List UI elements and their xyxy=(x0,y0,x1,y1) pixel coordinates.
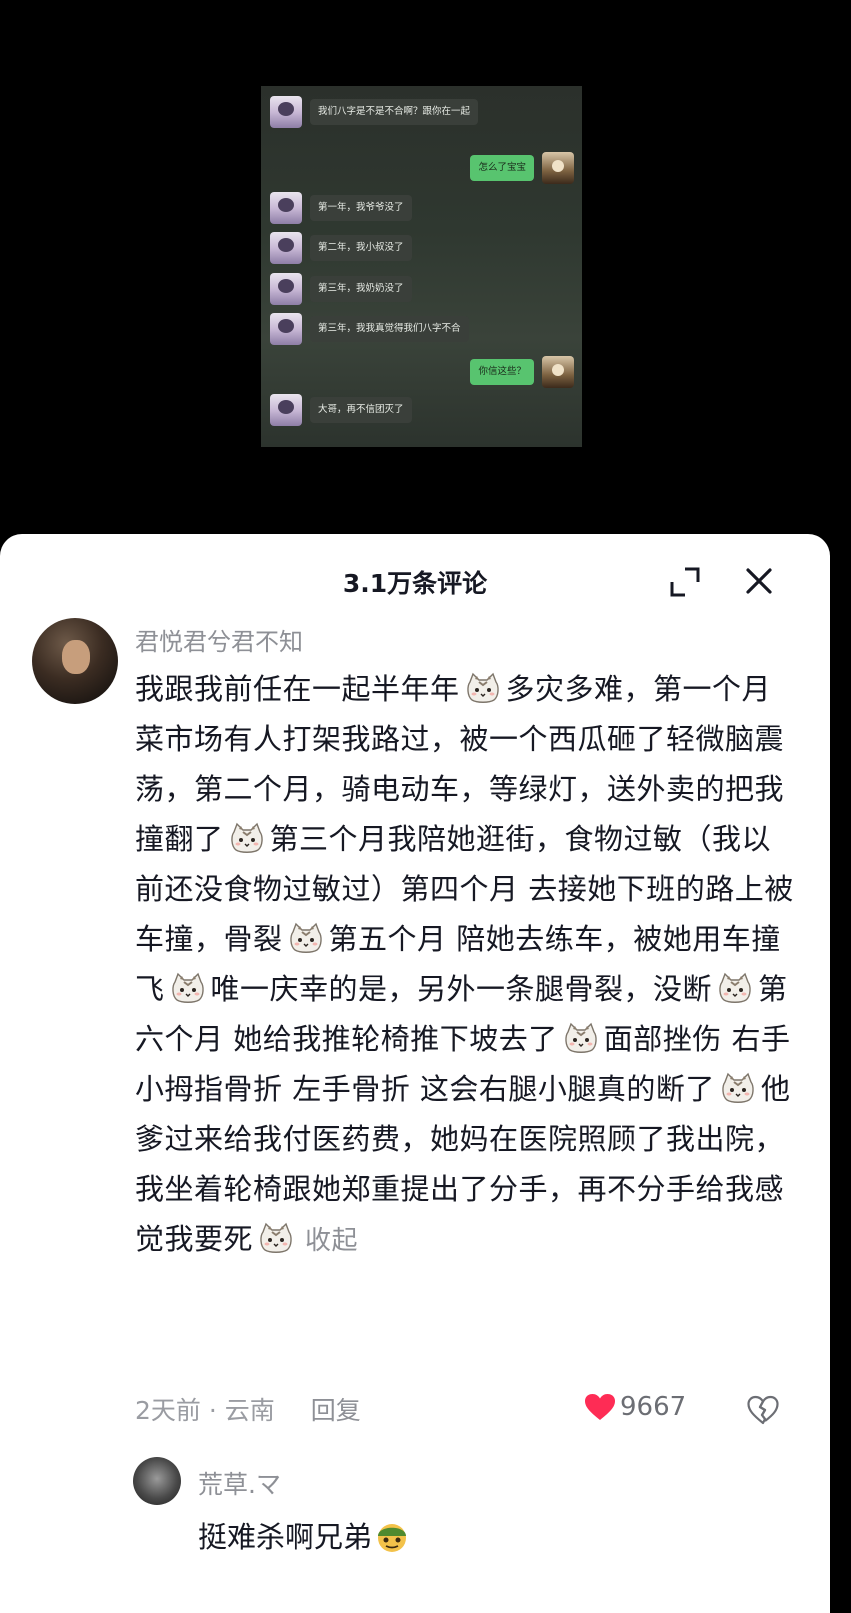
chat-message: 我们八字是不是不合啊？跟你在一起 xyxy=(270,96,479,128)
close-icon[interactable] xyxy=(742,564,776,598)
avatar xyxy=(270,273,302,305)
cat-emoji-icon xyxy=(257,1219,295,1251)
chat-bubble: 第三年，我我真觉得我们八字不合 xyxy=(310,316,469,342)
comments-count-title: 3.1万条评论 xyxy=(342,569,488,598)
cat-emoji-icon xyxy=(719,1069,757,1101)
chat-message: 怎么了宝宝 xyxy=(470,152,574,184)
cat-emoji-icon xyxy=(228,819,266,851)
avatar xyxy=(270,313,302,345)
reply-username[interactable]: 荒草.マ xyxy=(198,1465,281,1501)
avatar[interactable] xyxy=(133,1457,181,1505)
reply-text-body: 挺难杀啊兄弟 xyxy=(198,1520,373,1554)
broken-heart-icon[interactable] xyxy=(747,1395,779,1425)
chat-bubble: 大哥，再不信团灭了 xyxy=(310,397,412,423)
chat-bubble: 我们八字是不是不合啊？跟你在一起 xyxy=(310,99,479,125)
cat-emoji-icon xyxy=(464,669,502,701)
collapse-link[interactable]: 收起 xyxy=(305,1226,358,1256)
chat-screenshot: 我们八字是不是不合啊？跟你在一起 怎么了宝宝 第一年，我爷爷没了 第二年，我小叔… xyxy=(261,86,582,447)
avatar xyxy=(542,152,574,184)
comment-text: 我跟我前任在一起半年年 多灾多难，第一个月菜市场有人打架我路过，被一个西瓜砸了轻微… xyxy=(135,664,795,1266)
avatar xyxy=(270,192,302,224)
chat-message: 大哥，再不信团灭了 xyxy=(270,394,412,426)
reply-text: 挺难杀啊兄弟 xyxy=(198,1514,410,1556)
avatar[interactable] xyxy=(32,618,118,704)
comment-time-location: 2天前 · 云南 xyxy=(135,1396,275,1425)
avatar xyxy=(270,232,302,264)
like-button[interactable]: 9667 xyxy=(584,1392,686,1422)
reply-button[interactable]: 回复 xyxy=(311,1396,361,1425)
chat-message: 第三年，我奶奶没了 xyxy=(270,273,412,305)
cat-emoji-icon xyxy=(287,919,325,951)
chat-message: 你信这些？ xyxy=(470,356,574,388)
chat-bubble: 第二年，我小叔没了 xyxy=(310,235,412,261)
chat-bubble: 第三年，我奶奶没了 xyxy=(310,276,412,302)
chat-bubble: 怎么了宝宝 xyxy=(470,155,534,181)
cat-emoji-icon xyxy=(716,969,754,1001)
avatar xyxy=(542,356,574,388)
chat-message: 第二年，我小叔没了 xyxy=(270,232,412,264)
chat-bubble: 你信这些？ xyxy=(470,359,534,385)
avatar xyxy=(270,394,302,426)
cat-emoji-icon xyxy=(562,1019,600,1051)
doge-helmet-emoji-icon xyxy=(378,1524,407,1552)
comment-text-segment: 唯一庆幸的是，另外一条腿骨裂，没断 xyxy=(210,972,713,1006)
expand-icon[interactable] xyxy=(669,566,701,598)
avatar xyxy=(270,96,302,128)
heart-icon xyxy=(585,1394,615,1420)
chat-message: 第三年，我我真觉得我们八字不合 xyxy=(270,313,469,345)
like-count: 9667 xyxy=(620,1392,687,1422)
comment-username[interactable]: 君悦君兮君不知 xyxy=(135,622,303,657)
comments-sheet: 3.1万条评论 君悦君兮君不知 我跟我前任在一起半年年 多灾多难，第一个月菜市场有… xyxy=(0,534,830,1613)
comment-text-segment: 我跟我前任在一起半年年 xyxy=(135,672,460,706)
chat-bubble: 第一年，我爷爷没了 xyxy=(310,195,412,221)
cat-emoji-icon xyxy=(169,969,207,1001)
chat-message: 第一年，我爷爷没了 xyxy=(270,192,412,224)
comment-meta: 2天前 · 云南 回复 xyxy=(135,1391,361,1427)
